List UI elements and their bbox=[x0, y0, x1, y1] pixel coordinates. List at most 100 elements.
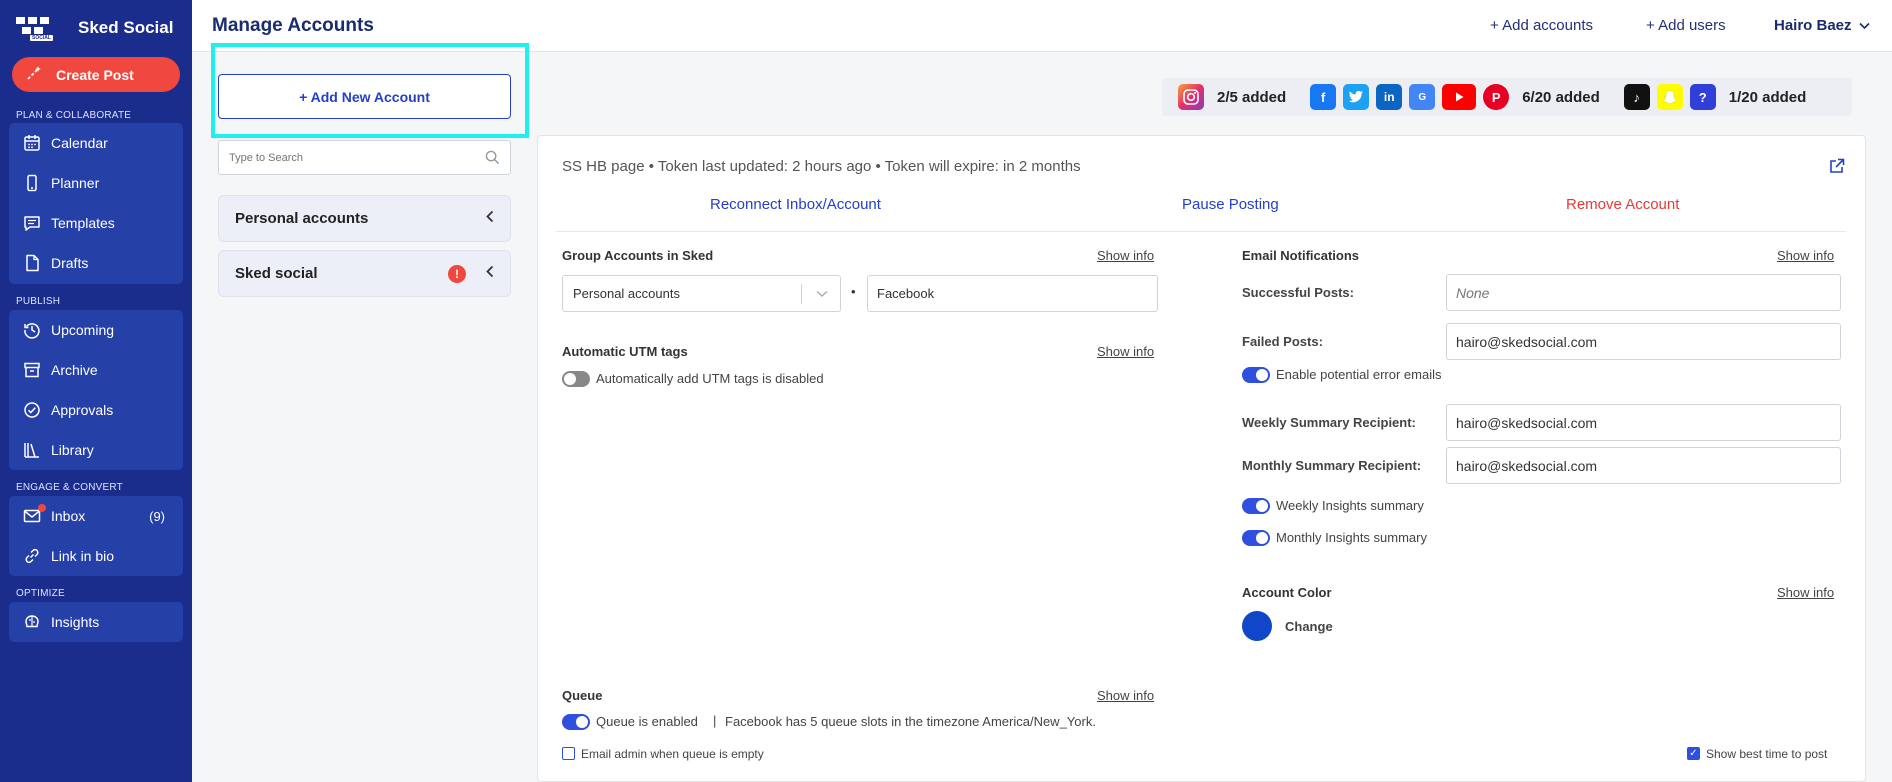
queue-title: Queue bbox=[562, 688, 603, 703]
sidebar-item-templates[interactable]: Templates bbox=[9, 203, 183, 243]
utm-show-info-link[interactable]: Show info bbox=[1097, 344, 1154, 359]
remove-account-link[interactable]: Remove Account bbox=[1566, 196, 1679, 213]
best-time-checkbox[interactable]: ✓ bbox=[1687, 747, 1700, 760]
external-link-icon[interactable] bbox=[1829, 158, 1845, 174]
account-color-title: Account Color bbox=[1242, 585, 1332, 600]
account-name-field[interactable]: Facebook bbox=[867, 275, 1158, 312]
sidebar-item-archive[interactable]: Archive bbox=[9, 350, 183, 390]
sidebar-item-label: Archive bbox=[51, 362, 98, 378]
section-optimize-label: OPTIMIZE bbox=[16, 588, 65, 599]
color-show-info-link[interactable]: Show info bbox=[1777, 585, 1834, 600]
sked-logo-icon: SOCIAL bbox=[14, 13, 60, 43]
sidebar-item-label: Upcoming bbox=[51, 322, 115, 338]
successful-posts-field[interactable]: None bbox=[1446, 274, 1841, 311]
group-show-info-link[interactable]: Show info bbox=[1097, 248, 1154, 263]
failed-posts-field[interactable]: hairo@skedsocial.com bbox=[1446, 323, 1841, 360]
create-post-button[interactable]: Create Post bbox=[12, 57, 180, 92]
check-circle-icon bbox=[22, 400, 42, 420]
change-color-link[interactable]: Change bbox=[1285, 619, 1333, 634]
user-menu[interactable]: Hairo Baez bbox=[1774, 17, 1870, 34]
group-sked-social[interactable]: Sked social ! bbox=[218, 250, 511, 297]
sidebar-item-label: Library bbox=[51, 442, 94, 458]
sidebar-item-planner[interactable]: Planner bbox=[9, 163, 183, 203]
publish-nav-group: Upcoming Archive Approvals Library bbox=[9, 310, 183, 470]
brain-insights-icon bbox=[22, 612, 42, 632]
snapchat-icon bbox=[1656, 84, 1683, 110]
brand[interactable]: SOCIAL Sked Social bbox=[14, 12, 173, 44]
email-show-info-link[interactable]: Show info bbox=[1777, 248, 1834, 263]
monthly-summary-field[interactable]: hairo@skedsocial.com bbox=[1446, 447, 1841, 484]
group-personal-accounts[interactable]: Personal accounts bbox=[218, 195, 511, 242]
sidebar-item-inbox[interactable]: Inbox (9) bbox=[9, 496, 183, 536]
link-icon bbox=[22, 546, 42, 566]
queue-email-label: Email admin when queue is empty bbox=[581, 747, 764, 761]
reconnect-account-link[interactable]: Reconnect Inbox/Account bbox=[710, 196, 881, 213]
chevron-down-icon bbox=[816, 290, 828, 297]
add-new-account-button[interactable]: + Add New Account bbox=[218, 74, 511, 119]
engage-nav-group: Inbox (9) Link in bio bbox=[9, 496, 183, 576]
weekly-summary-label: Weekly Summary Recipient: bbox=[1242, 415, 1416, 430]
sidebar-item-label: Calendar bbox=[51, 135, 108, 151]
failed-posts-label: Failed Posts: bbox=[1242, 334, 1323, 349]
queue-toggle[interactable] bbox=[562, 714, 590, 730]
queue-enabled-label: Queue is enabled bbox=[596, 714, 698, 729]
select-separator bbox=[801, 284, 802, 304]
social-quota: 6/20 added bbox=[1522, 88, 1600, 106]
library-books-icon bbox=[22, 440, 42, 460]
queue-show-info-link[interactable]: Show info bbox=[1097, 688, 1154, 703]
plan-nav-group: Calendar Planner Templates Drafts bbox=[9, 123, 183, 284]
phone-icon bbox=[22, 173, 42, 193]
group-label: Personal accounts bbox=[235, 210, 369, 227]
add-users-link[interactable]: + Add users bbox=[1646, 17, 1726, 34]
account-token-info: SS HB page • Token last updated: 2 hours… bbox=[562, 158, 1081, 175]
twitter-icon bbox=[1343, 84, 1370, 110]
monthly-insights-toggle[interactable] bbox=[1242, 530, 1270, 546]
sidebar-item-link-in-bio[interactable]: Link in bio bbox=[9, 536, 183, 576]
sidebar-item-label: Approvals bbox=[51, 402, 114, 418]
section-publish-label: PUBLISH bbox=[16, 296, 61, 307]
search-input[interactable] bbox=[219, 141, 469, 174]
chevron-down-icon bbox=[1859, 22, 1870, 30]
monthly-summary-label: Monthly Summary Recipient: bbox=[1242, 458, 1422, 473]
pinterest-icon: P bbox=[1483, 84, 1510, 110]
page-title: Manage Accounts bbox=[212, 15, 374, 36]
sidebar-item-label: Insights bbox=[51, 614, 100, 630]
chevron-left-icon bbox=[485, 210, 494, 228]
queue-email-checkbox[interactable] bbox=[562, 747, 575, 760]
sidebar-item-approvals[interactable]: Approvals bbox=[9, 390, 183, 430]
sidebar-item-library[interactable]: Library bbox=[9, 430, 183, 470]
sidebar-item-calendar[interactable]: Calendar bbox=[9, 123, 183, 163]
instagram-icon bbox=[1178, 84, 1204, 110]
optimize-nav-group: Insights bbox=[9, 602, 183, 642]
tiktok-icon: ♪ bbox=[1623, 84, 1650, 110]
document-icon bbox=[22, 253, 42, 273]
add-accounts-link[interactable]: + Add accounts bbox=[1490, 17, 1593, 34]
queue-slots-info: Facebook has 5 queue slots in the timezo… bbox=[725, 714, 1096, 729]
question-mark-icon: ? bbox=[1689, 84, 1716, 110]
group-select-value: Personal accounts bbox=[573, 286, 680, 301]
sidebar: SOCIAL Sked Social Create Post PLAN & CO… bbox=[0, 0, 192, 782]
account-detail-card: SS HB page • Token last updated: 2 hours… bbox=[537, 135, 1866, 782]
sidebar-item-upcoming[interactable]: Upcoming bbox=[9, 310, 183, 350]
create-post-label: Create Post bbox=[56, 66, 134, 83]
error-emails-toggle[interactable] bbox=[1242, 367, 1270, 383]
error-emails-label: Enable potential error emails bbox=[1276, 367, 1442, 382]
group-select[interactable]: Personal accounts bbox=[562, 275, 841, 312]
pause-posting-link[interactable]: Pause Posting bbox=[1182, 196, 1279, 213]
sidebar-item-drafts[interactable]: Drafts bbox=[9, 243, 183, 283]
utm-title: Automatic UTM tags bbox=[562, 344, 688, 359]
sidebar-item-insights[interactable]: Insights bbox=[9, 602, 183, 642]
search-icon bbox=[485, 150, 500, 165]
best-time-label: Show best time to post bbox=[1706, 747, 1828, 761]
inbox-count: (9) bbox=[149, 508, 165, 524]
account-color-swatch[interactable] bbox=[1242, 611, 1272, 641]
google-business-icon: G bbox=[1409, 84, 1436, 110]
utm-toggle[interactable] bbox=[562, 371, 590, 387]
section-plan-label: PLAN & COLLABORATE bbox=[16, 110, 132, 121]
section-engage-label: ENGAGE & CONVERT bbox=[16, 482, 123, 493]
youtube-icon bbox=[1442, 84, 1477, 110]
sidebar-item-label: Inbox bbox=[51, 508, 86, 524]
successful-posts-label: Successful Posts: bbox=[1242, 285, 1354, 300]
weekly-summary-field[interactable]: hairo@skedsocial.com bbox=[1446, 404, 1841, 441]
weekly-insights-toggle[interactable] bbox=[1242, 498, 1270, 514]
